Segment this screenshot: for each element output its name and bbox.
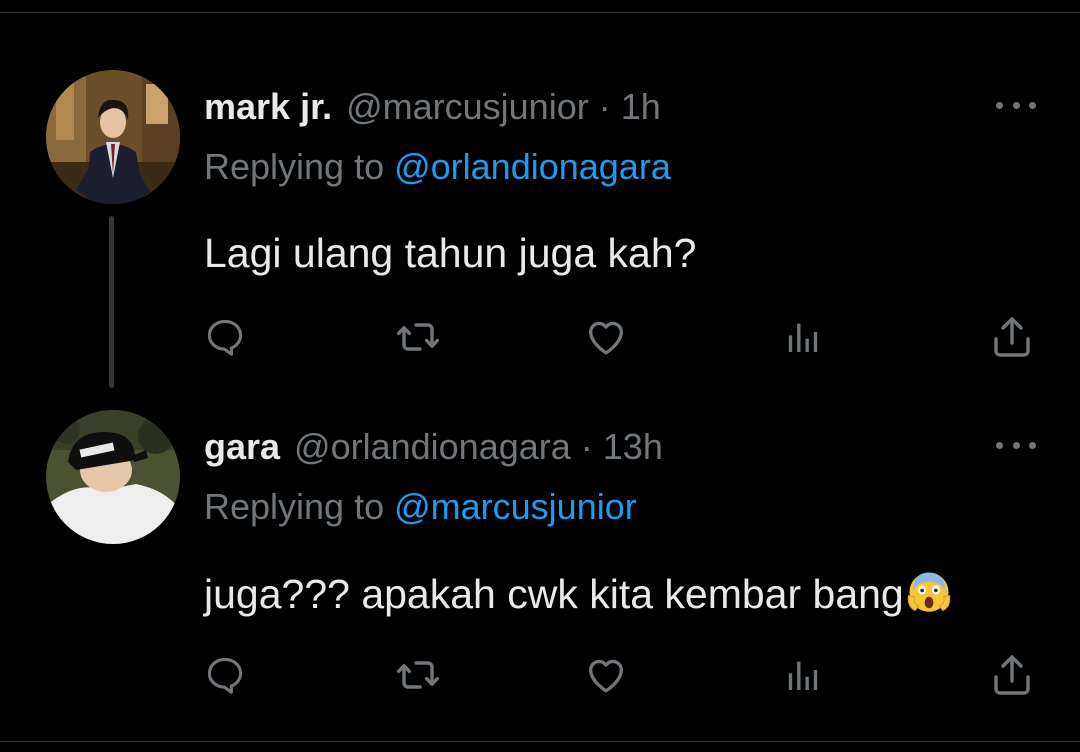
heart-icon xyxy=(589,659,623,693)
avatar-mark-jr[interactable] xyxy=(46,70,180,204)
retweet-button[interactable] xyxy=(393,312,443,362)
display-name[interactable]: gara xyxy=(204,426,280,468)
replying-to-handle-link[interactable]: @marcusjunior xyxy=(394,486,637,527)
avatar-image xyxy=(46,410,180,544)
more-dot-icon xyxy=(1029,441,1036,449)
avatar-image xyxy=(46,70,180,204)
header-separator: · xyxy=(580,426,593,467)
more-dot-icon xyxy=(996,101,1003,109)
like-button[interactable] xyxy=(581,650,631,700)
tweet-2[interactable]: gara @orlandionagara · 13h Replying to @m… xyxy=(0,410,1080,730)
analytics-bars-icon xyxy=(788,323,818,352)
tweet-text: Lagi ulang tahun juga kah? xyxy=(204,230,697,276)
reply-button[interactable] xyxy=(200,312,250,362)
retweet-icon xyxy=(396,661,440,689)
timestamp[interactable]: 13h xyxy=(603,426,663,468)
replying-to-label: Replying to xyxy=(204,486,385,527)
tweet-1[interactable]: mark jr. @marcusjunior · 1h Replying to @… xyxy=(0,70,1080,400)
retweet-icon xyxy=(396,323,440,351)
comment-bubble-icon xyxy=(207,657,243,694)
thread-connector-line xyxy=(109,216,114,388)
top-divider xyxy=(0,12,1080,13)
user-handle[interactable]: @marcusjunior xyxy=(346,86,589,128)
display-name[interactable]: mark jr. xyxy=(204,86,332,128)
views-button[interactable] xyxy=(778,650,828,700)
more-dot-icon xyxy=(1029,101,1036,109)
share-button[interactable] xyxy=(987,650,1037,700)
more-options-button[interactable] xyxy=(996,438,1036,452)
replying-to-handle-link[interactable]: @orlandionagara xyxy=(394,146,671,187)
tweet-text-body: juga??? apakah cwk kita kembar bang xyxy=(204,571,904,617)
more-dot-icon xyxy=(1012,441,1020,449)
retweet-button[interactable] xyxy=(393,650,443,700)
face-screaming-in-fear-emoji xyxy=(906,568,952,624)
tweet-actions xyxy=(0,312,1080,362)
like-button[interactable] xyxy=(581,312,631,362)
tweet-actions xyxy=(0,650,1080,700)
heart-icon xyxy=(589,321,623,355)
comment-bubble-icon xyxy=(207,319,243,356)
bottom-divider xyxy=(0,741,1080,742)
tweet-header: gara @orlandionagara · 13h xyxy=(204,426,663,470)
analytics-bars-icon xyxy=(788,661,818,690)
more-options-button[interactable] xyxy=(996,98,1036,112)
avatar-gara[interactable] xyxy=(46,410,180,544)
timestamp[interactable]: 1h xyxy=(621,86,661,128)
more-dot-icon xyxy=(1012,101,1020,109)
views-button[interactable] xyxy=(778,312,828,362)
share-upload-icon xyxy=(994,317,1030,357)
more-dot-icon xyxy=(996,441,1003,449)
tweet-text: juga??? apakah cwk kita kembar bang xyxy=(204,568,952,624)
share-upload-icon xyxy=(994,655,1030,695)
reply-button[interactable] xyxy=(200,650,250,700)
header-separator: · xyxy=(598,86,611,127)
replying-to-label: Replying to xyxy=(204,146,385,187)
replying-to-line: Replying to @orlandionagara xyxy=(204,146,671,188)
share-button[interactable] xyxy=(987,312,1037,362)
replying-to-line: Replying to @marcusjunior xyxy=(204,486,637,528)
user-handle[interactable]: @orlandionagara xyxy=(294,426,571,468)
tweet-header: mark jr. @marcusjunior · 1h xyxy=(204,86,661,130)
